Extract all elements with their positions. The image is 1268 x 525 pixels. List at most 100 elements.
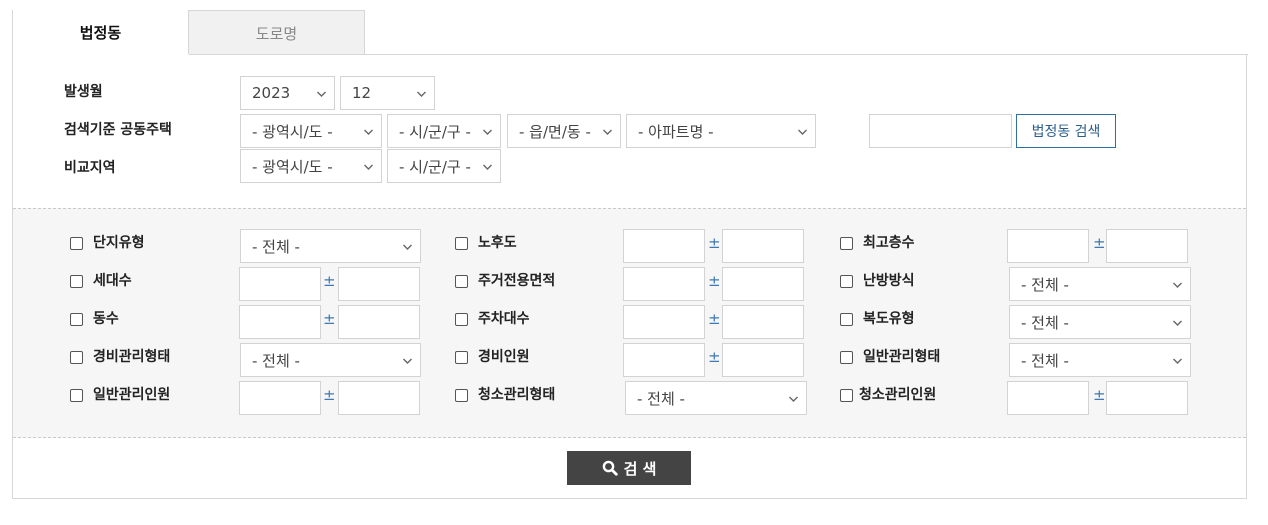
danji-type-select[interactable]: - 전체 - xyxy=(240,229,421,263)
parking-checkbox[interactable] xyxy=(455,313,468,326)
cleaning-staff-value-input[interactable] xyxy=(1007,381,1089,415)
chevron-down-icon xyxy=(789,395,798,403)
basis-apartment-value: - 아파트명 - xyxy=(638,122,714,141)
chevron-down-icon xyxy=(403,243,412,251)
buildings-range-input[interactable] xyxy=(338,305,420,339)
chevron-down-icon xyxy=(317,90,326,98)
year-select[interactable]: 2023 xyxy=(240,76,335,110)
corridor-type-checkbox[interactable] xyxy=(840,313,853,326)
general-mgmt-staff-label: 일반관리인원 xyxy=(93,387,171,403)
plus-minus-sign: ± xyxy=(708,272,721,290)
max-floors-label: 최고층수 xyxy=(863,235,915,251)
general-mgmt-type-checkbox[interactable] xyxy=(840,351,853,364)
detail-options-area: 단지유형 - 전체 - 노후도 ± 최고층수 ± 세대수 ± 주거전용면적 ± … xyxy=(13,208,1246,438)
danji-type-checkbox[interactable] xyxy=(70,237,83,250)
tab-legal-dong[interactable]: 법정동 xyxy=(12,10,188,55)
search-button-label: 검 색 xyxy=(623,459,657,478)
security-staff-label: 경비인원 xyxy=(478,349,530,365)
chevron-down-icon xyxy=(1173,281,1182,289)
chevron-down-icon xyxy=(364,163,373,171)
plus-minus-sign: ± xyxy=(708,234,721,252)
exclusive-area-label: 주거전용면적 xyxy=(478,273,556,289)
general-mgmt-type-select[interactable]: - 전체 - xyxy=(1009,343,1191,377)
compare-region-label: 비교지역 xyxy=(64,160,116,176)
exclusive-area-value-input[interactable] xyxy=(623,267,705,301)
chevron-down-icon xyxy=(603,128,612,136)
month-select-value: 12 xyxy=(352,84,372,102)
households-checkbox[interactable] xyxy=(70,275,83,288)
exclusive-area-range-input[interactable] xyxy=(722,267,804,301)
parking-label: 주차대수 xyxy=(478,311,530,327)
cleaning-mgmt-type-select[interactable]: - 전체 - xyxy=(625,381,807,415)
year-select-value: 2023 xyxy=(252,84,291,102)
buildings-value-input[interactable] xyxy=(239,305,321,339)
danji-type-value: - 전체 - xyxy=(252,237,300,256)
general-mgmt-staff-value-input[interactable] xyxy=(239,381,321,415)
corridor-type-value: - 전체 - xyxy=(1021,313,1069,332)
corridor-type-label: 복도유형 xyxy=(863,311,915,327)
households-value-input[interactable] xyxy=(239,267,321,301)
general-mgmt-staff-checkbox[interactable] xyxy=(70,389,83,402)
security-mgmt-type-select[interactable]: - 전체 - xyxy=(240,343,421,377)
basis-town-select[interactable]: - 읍/면/동 - xyxy=(507,114,621,148)
danji-type-label: 단지유형 xyxy=(93,235,145,251)
cleaning-mgmt-type-checkbox[interactable] xyxy=(455,389,468,402)
compare-province-select[interactable]: - 광역시/도 - xyxy=(240,149,382,183)
plus-minus-sign: ± xyxy=(1093,386,1106,404)
legal-dong-search-input[interactable] xyxy=(869,114,1012,148)
search-basis-label: 검색기준 공동주택 xyxy=(64,122,172,138)
basis-apartment-select[interactable]: - 아파트명 - xyxy=(626,114,816,148)
cleaning-staff-label: 청소관리인원 xyxy=(859,387,937,403)
heating-type-value: - 전체 - xyxy=(1021,275,1069,294)
chevron-down-icon xyxy=(798,128,807,136)
max-floors-range-input[interactable] xyxy=(1106,229,1188,263)
aging-checkbox[interactable] xyxy=(455,237,468,250)
compare-city-value: - 시/군/구 - xyxy=(399,157,471,176)
aging-range-input[interactable] xyxy=(722,229,804,263)
aging-value-input[interactable] xyxy=(623,229,705,263)
divider xyxy=(189,54,1248,55)
plus-minus-sign: ± xyxy=(323,386,336,404)
plus-minus-sign: ± xyxy=(323,272,336,290)
max-floors-value-input[interactable] xyxy=(1007,229,1089,263)
heating-type-select[interactable]: - 전체 - xyxy=(1009,267,1191,301)
security-mgmt-type-checkbox[interactable] xyxy=(70,351,83,364)
chevron-down-icon xyxy=(364,128,373,136)
legal-dong-search-button[interactable]: 법정동 검색 xyxy=(1016,114,1116,148)
max-floors-checkbox[interactable] xyxy=(840,237,853,250)
cleaning-staff-checkbox[interactable] xyxy=(840,389,853,402)
basis-town-value: - 읍/면/동 - xyxy=(519,122,591,141)
security-mgmt-type-value: - 전체 - xyxy=(252,351,300,370)
compare-province-value: - 광역시/도 - xyxy=(252,157,333,176)
security-staff-value-input[interactable] xyxy=(623,343,705,377)
compare-city-select[interactable]: - 시/군/구 - xyxy=(387,149,501,183)
heating-type-checkbox[interactable] xyxy=(840,275,853,288)
month-select[interactable]: 12 xyxy=(340,76,435,110)
basis-city-value: - 시/군/구 - xyxy=(399,122,471,141)
plus-minus-sign: ± xyxy=(1093,234,1106,252)
security-staff-range-input[interactable] xyxy=(722,343,804,377)
chevron-down-icon xyxy=(417,90,426,98)
basis-province-select[interactable]: - 광역시/도 - xyxy=(240,114,382,148)
general-mgmt-type-value: - 전체 - xyxy=(1021,351,1069,370)
plus-minus-sign: ± xyxy=(323,310,336,328)
corridor-type-select[interactable]: - 전체 - xyxy=(1009,305,1191,339)
households-range-input[interactable] xyxy=(338,267,420,301)
cleaning-mgmt-type-label: 청소관리형태 xyxy=(478,387,556,403)
buildings-checkbox[interactable] xyxy=(70,313,83,326)
cleaning-staff-range-input[interactable] xyxy=(1106,381,1188,415)
tab-road-name[interactable]: 도로명 xyxy=(188,10,365,55)
plus-minus-sign: ± xyxy=(708,310,721,328)
search-icon xyxy=(602,460,618,476)
parking-range-input[interactable] xyxy=(722,305,804,339)
exclusive-area-checkbox[interactable] xyxy=(455,275,468,288)
chevron-down-icon xyxy=(1173,357,1182,365)
parking-value-input[interactable] xyxy=(623,305,705,339)
chevron-down-icon xyxy=(1173,319,1182,327)
search-button[interactable]: 검 색 xyxy=(567,451,691,485)
tab-bar: 법정동 도로명 xyxy=(12,10,365,55)
aging-label: 노후도 xyxy=(478,235,517,251)
general-mgmt-staff-range-input[interactable] xyxy=(338,381,420,415)
basis-city-select[interactable]: - 시/군/구 - xyxy=(387,114,501,148)
security-staff-checkbox[interactable] xyxy=(455,351,468,364)
